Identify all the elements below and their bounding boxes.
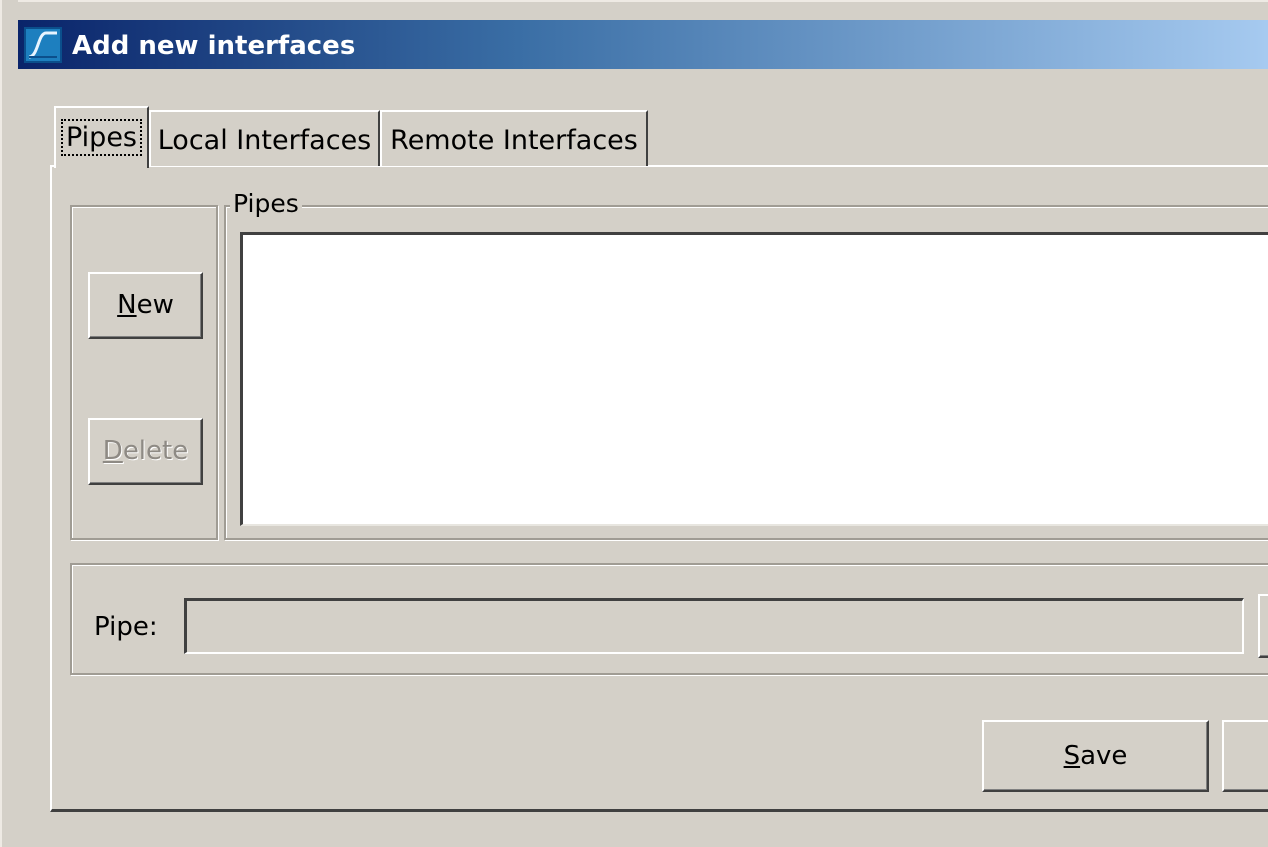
wireshark-fin-icon	[24, 27, 62, 63]
tab-remote-interfaces-label: Remote Interfaces	[390, 125, 638, 156]
tab-local-interfaces-label: Local Interfaces	[157, 125, 372, 156]
pipes-group-legend: Pipes	[230, 189, 302, 219]
tab-pipes[interactable]: Pipes	[54, 106, 149, 168]
tab-remote-interfaces[interactable]: Remote Interfaces	[380, 110, 648, 166]
window-title: Add new interfaces	[72, 31, 356, 61]
tab-panel-pipes	[50, 165, 1268, 812]
tab-local-interfaces[interactable]: Local Interfaces	[149, 110, 380, 166]
window-frame-left	[0, 0, 18, 847]
window-frame-top	[0, 0, 1268, 18]
tab-pipes-label: Pipes	[60, 119, 143, 156]
